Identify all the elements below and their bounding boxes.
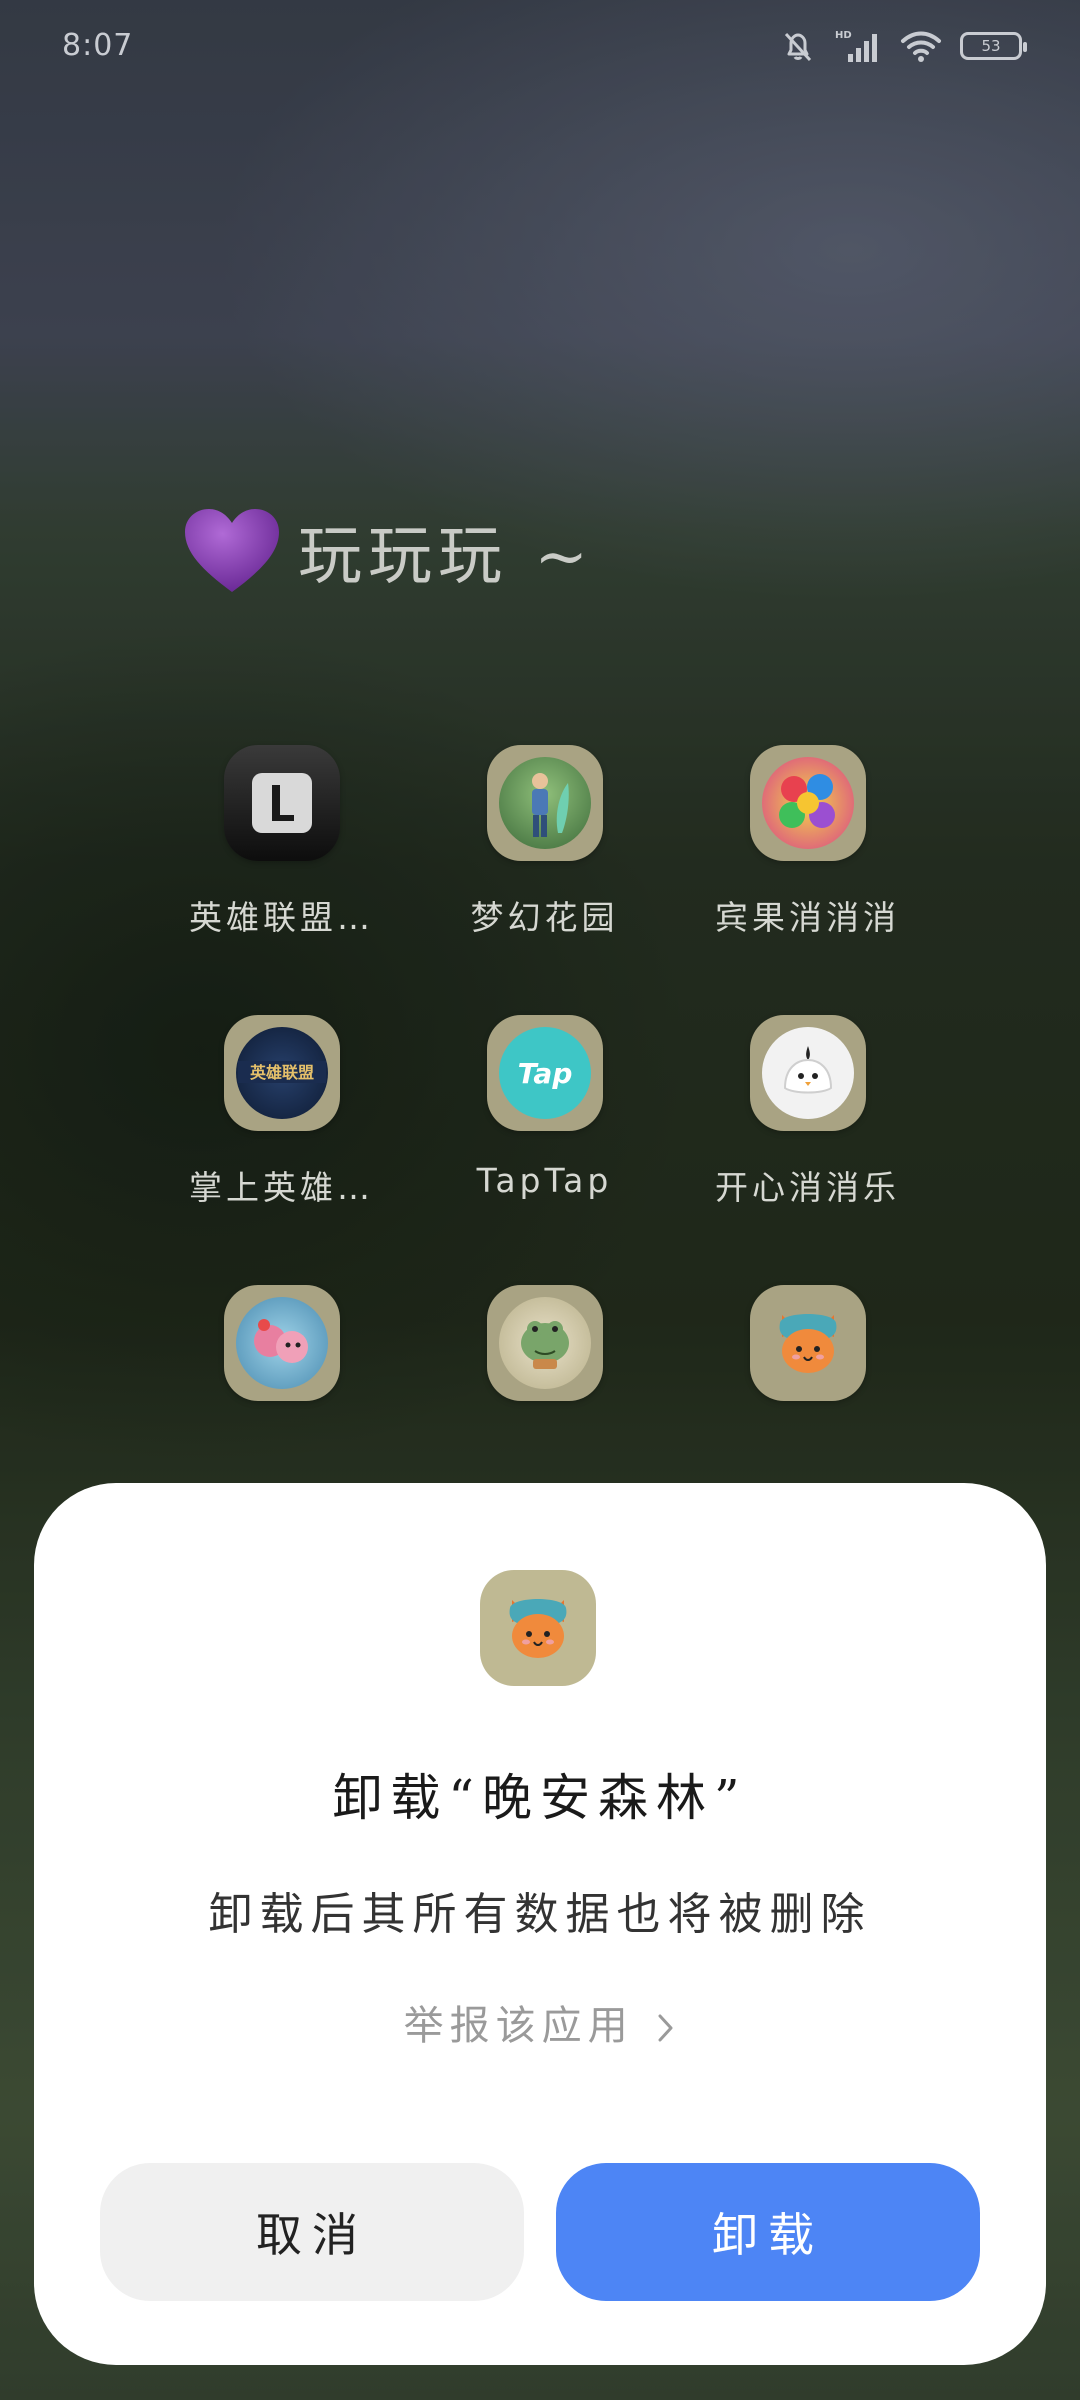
league-of-legends-icon — [223, 745, 340, 861]
app-league-of-legends[interactable]: 英雄联盟… — [150, 745, 413, 937]
uninstall-dialog: 卸载“晚安森林” 卸载后其所有数据也将被删除 举报该应用 取消 卸载 — [34, 1483, 1046, 2365]
app-lol-companion[interactable]: 英雄联盟 掌上英雄… — [150, 1015, 413, 1207]
app-frog-travel[interactable] — [413, 1285, 676, 1471]
cancel-button[interactable]: 取消 — [100, 2163, 524, 2301]
app-label: 掌上英雄… — [189, 1168, 374, 1207]
app-pink-bear-game[interactable] — [150, 1285, 413, 1471]
app-label: 梦幻花园 — [470, 898, 619, 937]
app-label: 英雄联盟… — [189, 898, 374, 937]
app-taptap[interactable]: Tap TapTap — [413, 1015, 676, 1201]
pink-bear-game-icon — [223, 1285, 340, 1401]
svg-text:Tap: Tap — [517, 1057, 572, 1090]
happy-match-icon — [749, 1015, 866, 1131]
dialog-message: 卸载后其所有数据也将被删除 — [208, 1889, 872, 1940]
svg-text:英雄联盟: 英雄联盟 — [248, 1063, 313, 1082]
report-app-label: 举报该应用 — [403, 2003, 634, 2049]
wifi-icon — [901, 31, 941, 62]
battery-level: 53 — [981, 36, 1001, 55]
svg-text:HD: HD — [835, 30, 852, 41]
fox-forest-icon — [480, 1570, 596, 1686]
folder-app-grid: 英雄联盟… 梦幻花园 宾果消消消 英雄联盟 掌上英雄… Tap TapTap 开… — [150, 745, 940, 1471]
folder-title[interactable]: 玩玩玩 ~ — [182, 505, 594, 597]
gardenscapes-icon — [486, 745, 603, 861]
app-label: 宾果消消消 — [715, 898, 900, 937]
status-time: 8:07 — [62, 28, 134, 63]
frog-travel-icon — [486, 1285, 603, 1401]
chevron-right-icon — [658, 2014, 673, 2042]
app-fox-forest[interactable] — [676, 1285, 939, 1471]
battery-icon: 53 — [960, 32, 1027, 60]
bell-off-icon — [784, 32, 812, 62]
app-gardenscapes[interactable]: 梦幻花园 — [413, 745, 676, 937]
uninstall-button[interactable]: 卸载 — [556, 2163, 980, 2301]
dialog-title: 卸载“晚安森林” — [332, 1769, 748, 1827]
folder-title-text: 玩玩玩 ~ — [298, 520, 594, 594]
status-icons: HD 53 — [780, 28, 1027, 64]
app-label: 开心消消乐 — [715, 1168, 900, 1207]
hd-signal-icon: HD — [835, 30, 877, 62]
bingo-match-icon — [749, 745, 866, 861]
fox-forest-icon — [749, 1285, 866, 1401]
app-label: TapTap — [476, 1161, 613, 1200]
app-happy-match[interactable]: 开心消消乐 — [676, 1015, 939, 1207]
purple-heart-icon — [185, 509, 279, 592]
status-bar: 8:07 HD 53 — [0, 0, 1080, 100]
lol-companion-icon: 英雄联盟 — [223, 1015, 340, 1131]
app-bingo-match[interactable]: 宾果消消消 — [676, 745, 939, 937]
report-app-link[interactable]: 举报该应用 — [34, 1993, 1046, 2051]
taptap-icon: Tap — [486, 1015, 603, 1131]
